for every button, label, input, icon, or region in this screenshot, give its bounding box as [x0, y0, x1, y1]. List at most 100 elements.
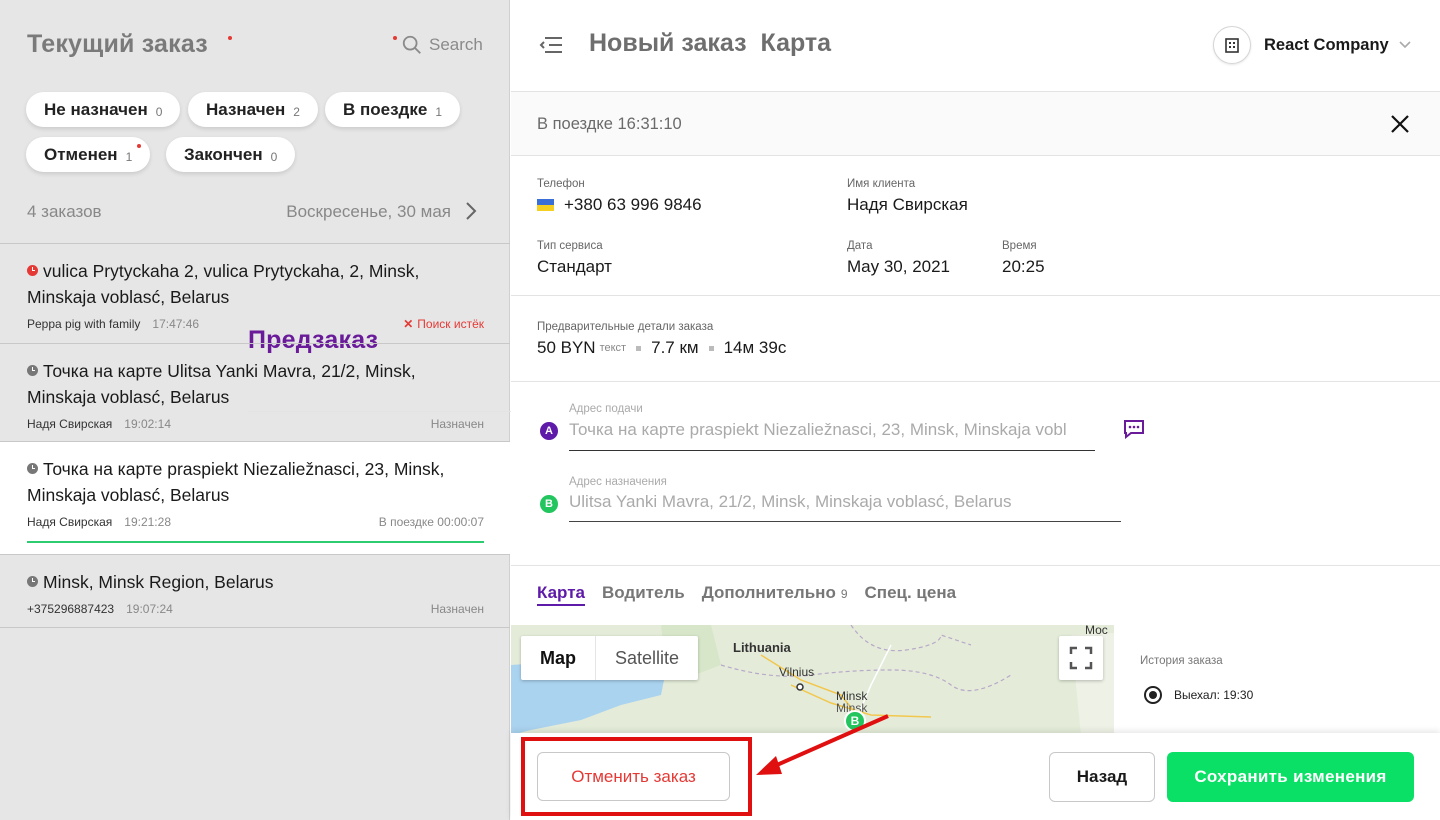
order-status-text: В поездке 16:31:10 [537, 115, 682, 133]
price-note: текст [599, 342, 627, 354]
order-type-tabs: Текущий заказ Предзаказ Search [27, 30, 1177, 412]
history-item-text: Выехал: 19:30 [1174, 688, 1254, 702]
client-name-value: Надя Свирская [847, 195, 968, 214]
clock-icon [27, 365, 38, 376]
distance-value: 7.7 км [651, 338, 699, 357]
ukraine-flag-icon [537, 199, 554, 211]
tab-special-price[interactable]: Спец. цена [865, 583, 957, 606]
title-new-order: Новый заказ [589, 29, 747, 57]
collapse-menu-icon[interactable] [539, 35, 563, 55]
chevron-right-icon[interactable] [464, 201, 478, 221]
list-item[interactable]: Точка на карте Ulitsa Yanki Mavra, 21/2,… [0, 344, 510, 442]
list-item-selected[interactable]: Точка на карте praspiekt Niezaliežnasci,… [0, 442, 510, 555]
orders-panel: Текущий заказ Предзаказ Search Не назнач… [0, 0, 1177, 820]
service-type-label: Тип сервиса [537, 240, 603, 252]
tab-additional[interactable]: Дополнительно 9 [702, 583, 848, 606]
chip-unassigned[interactable]: Не назначен 0 [26, 92, 181, 127]
map-mode-button[interactable]: Map [521, 636, 596, 680]
close-icon[interactable] [1390, 114, 1410, 134]
chevron-down-icon [1399, 41, 1411, 49]
company-name: React Company [1264, 35, 1389, 54]
comment-icon[interactable] [1123, 419, 1145, 439]
order-details-panel: Новый заказ Карта React Company В поездке… [511, 0, 1440, 820]
history-item: Выехал: 19:30 [1144, 686, 1253, 704]
time-value: 20:25 [1002, 257, 1045, 276]
save-changes-button[interactable]: Сохранить изменения [1167, 752, 1414, 802]
list-item[interactable]: vulica Prytyckaha 2, vulica Prytyckaha, … [0, 244, 510, 344]
history-dot-icon [1144, 686, 1162, 704]
phone-field: Телефон +380 63 996 9846 [537, 178, 702, 215]
fullscreen-icon [1069, 646, 1093, 670]
destination-label: Адрес назначения [569, 476, 667, 488]
phone-value: +380 63 996 9846 [564, 195, 702, 214]
chip-finished[interactable]: Закончен 0 [166, 137, 296, 172]
cancelled-dot [137, 144, 141, 148]
chip-label: Закончен [184, 144, 263, 164]
pickup-input[interactable]: Точка на карте praspiekt Niezaliežnasci,… [569, 420, 1094, 440]
chip-label: Назначен [206, 99, 286, 119]
map-label-lithuania: Lithuania [733, 640, 791, 655]
pickup-address-field[interactable]: A Адрес подачи Точка на карте praspiekt … [537, 382, 1144, 452]
orders-count: 4 заказов [27, 202, 102, 221]
order-address: Точка на карте Ulitsa Yanki Mavra, 21/2,… [27, 361, 416, 407]
client-name-field: Имя клиента Надя Свирская [847, 178, 968, 215]
orders-list: vulica Prytyckaha 2, vulica Prytyckaha, … [0, 243, 510, 628]
order-time: 19:21:28 [124, 515, 171, 529]
clock-icon [27, 265, 38, 276]
order-address: Minsk, Minsk Region, Belarus [43, 572, 274, 592]
list-item[interactable]: Minsk, Minsk Region, Belarus +3752968874… [0, 555, 510, 628]
building-icon [1213, 26, 1251, 64]
tab-current-order[interactable]: Текущий заказ [27, 30, 208, 59]
destination-input[interactable]: Ulitsa Yanki Mavra, 21/2, Minsk, Minskaj… [569, 492, 1124, 512]
client-name-label: Имя клиента [847, 178, 916, 190]
search-button[interactable]: Search [401, 34, 483, 56]
current-order-dot [228, 36, 232, 40]
chip-in-trip[interactable]: В поездке 1 [325, 92, 460, 127]
chip-assigned[interactable]: Назначен 2 [188, 92, 318, 127]
search-icon [402, 35, 421, 54]
satellite-mode-button[interactable]: Satellite [596, 636, 698, 680]
order-status: ✕ Поиск истёк [403, 317, 484, 331]
destination-address-field[interactable]: B Адрес назначения Ulitsa Yanki Mavra, 2… [537, 456, 1137, 526]
order-client: +375296887423 [27, 602, 115, 616]
map-type-toggle: Map Satellite [521, 636, 699, 680]
date-field: Дата May 30, 2021 [847, 240, 950, 277]
addresses-section: A Адрес подачи Точка на карте praspiekt … [511, 382, 1440, 566]
page-title: Новый заказ Карта [589, 29, 831, 58]
tab-map[interactable]: Карта [537, 583, 585, 606]
preliminary-details: Предварительные детали заказа 50 BYN текс… [511, 296, 1440, 382]
tab-driver[interactable]: Водитель [602, 583, 685, 606]
back-button[interactable]: Назад [1049, 752, 1155, 802]
client-info: Телефон +380 63 996 9846 Имя клиента Над… [511, 156, 1440, 296]
search-label: Search [429, 35, 483, 54]
separator [708, 345, 714, 351]
order-time: 19:07:24 [126, 602, 173, 616]
chip-label: Не назначен [44, 99, 148, 119]
order-status: Назначен [430, 417, 484, 431]
destination-underline [569, 521, 1121, 522]
detail-tabs: Карта Водитель Дополнительно 9 Спец. цена [537, 583, 956, 606]
order-status: Назначен [430, 602, 484, 616]
service-type-field: Тип сервиса Стандарт [537, 240, 612, 277]
close-icon: ✕ [403, 317, 414, 331]
chip-cancelled[interactable]: Отменен 1 [26, 137, 151, 172]
orders-date: Воскресенье, 30 мая [286, 202, 451, 221]
order-status-row: В поездке 16:31:10 [511, 92, 1440, 156]
preliminary-details-label: Предварительные детали заказа [537, 321, 714, 333]
pickup-label: Адрес подачи [569, 403, 643, 415]
history-label: История заказа [1140, 655, 1223, 667]
order-status: В поездке 00:00:07 [378, 515, 484, 529]
annotation-arrow-icon [756, 714, 889, 775]
order-time: 17:47:46 [152, 317, 200, 331]
marker-b-icon: B [540, 495, 558, 513]
chip-count: 1 [435, 105, 442, 119]
highlight-box [521, 737, 752, 816]
tab-count: 9 [840, 587, 848, 601]
chip-count: 0 [155, 105, 163, 119]
fullscreen-button[interactable] [1059, 636, 1103, 680]
title-map: Карта [760, 29, 832, 57]
trip-progress-bar [27, 541, 484, 543]
company-selector[interactable]: React Company [1213, 26, 1411, 64]
map-label-vilnius: Vilnius [779, 665, 815, 679]
marker-a-icon: A [540, 422, 558, 440]
